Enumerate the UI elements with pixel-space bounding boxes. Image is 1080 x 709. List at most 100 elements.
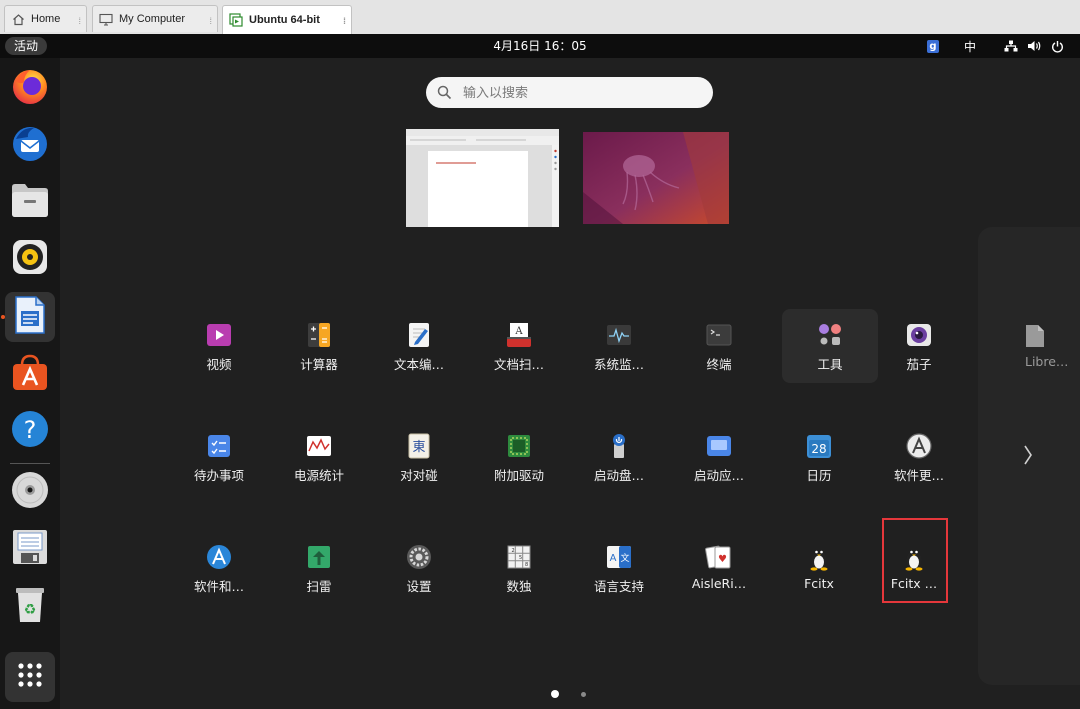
svg-text:東: 東 (412, 439, 425, 455)
app-terminal[interactable]: 终端 (671, 309, 767, 383)
app-label: 电源统计 (293, 468, 344, 483)
highlight-box (882, 518, 948, 603)
files-icon (10, 181, 50, 223)
app-calculator[interactable]: 计算器 (271, 309, 367, 383)
app-videos[interactable]: 视频 (171, 309, 267, 383)
rhythmbox-icon (11, 238, 49, 280)
app-label: 语言支持 (593, 579, 644, 594)
dock-app-center[interactable] (5, 349, 55, 399)
app-label: 数独 (506, 579, 532, 594)
vm-tab-home[interactable]: Home ⁞ (4, 5, 87, 32)
dock-firefox[interactable] (5, 63, 55, 113)
app-aisleriot[interactable]: ♥ AisleRi… (671, 531, 767, 605)
vm-tab-ubuntu[interactable]: Ubuntu 64-bit ⁞ (222, 5, 352, 34)
app-mines[interactable]: 扫雷 (271, 531, 367, 605)
input-method-indicator[interactable]: 中 (960, 34, 980, 58)
svg-text:2: 2 (512, 548, 515, 554)
app-software-sources[interactable]: 软件和… (171, 531, 267, 605)
dock-thunderbird[interactable] (5, 120, 55, 170)
top-bar: 活动 4月16日 16：05 g 中 (0, 34, 1080, 58)
app-label: 系统监… (593, 357, 644, 372)
vm-tab-my-computer[interactable]: My Computer ⁞ (92, 5, 218, 32)
app-mahjongg[interactable]: 東 对对碰 (371, 420, 467, 494)
document-scanner-icon: A (505, 321, 533, 349)
dock-rhythmbox[interactable] (5, 234, 55, 284)
svg-text:28: 28 (811, 442, 826, 456)
search-box[interactable] (426, 77, 713, 108)
running-indicator (1, 315, 5, 319)
svg-text:5: 5 (519, 555, 522, 561)
tab-grip-icon: ⁞ (78, 16, 81, 26)
app-label: AisleRi… (691, 576, 747, 591)
next-page-preview[interactable]: Libre… (978, 227, 1080, 685)
todo-icon (205, 432, 233, 460)
app-language-support[interactable]: A文 语言支持 (571, 531, 667, 605)
chevron-right-icon[interactable] (1022, 443, 1034, 471)
search-icon (437, 85, 452, 104)
app-label: 软件和… (193, 579, 244, 594)
workspace-thumbnail-1[interactable] (406, 129, 559, 227)
calendar-icon: 28 (805, 432, 833, 460)
app-calendar[interactable]: 28 日历 (771, 420, 867, 494)
dock-separator (10, 463, 50, 464)
app-text-editor[interactable]: 文本编… (371, 309, 467, 383)
mines-icon (305, 543, 333, 571)
power-statistics-icon (305, 432, 333, 460)
page-dot-2[interactable] (581, 692, 586, 697)
app-folder-utilities[interactable]: 工具 (782, 309, 878, 383)
app-system-monitor[interactable]: 系统监… (571, 309, 667, 383)
app-fcitx[interactable]: Fcitx (771, 531, 867, 605)
clock[interactable]: 4月16日 16：05 (0, 34, 1080, 58)
software-sources-icon (205, 543, 233, 571)
dock-libreoffice-writer[interactable] (5, 292, 55, 342)
system-monitor-icon (605, 321, 633, 349)
dock-disc[interactable] (5, 467, 55, 517)
dock-help[interactable]: ? (5, 406, 55, 456)
dock-floppy[interactable] (5, 524, 55, 574)
app-label: 计算器 (300, 357, 338, 372)
network-icon[interactable] (1003, 34, 1019, 58)
app-label: 软件更… (893, 468, 944, 483)
app-document-scanner[interactable]: A 文档扫… (471, 309, 567, 383)
terminal-icon (705, 321, 733, 349)
app-todo[interactable]: 待办事项 (171, 420, 267, 494)
svg-text:♥: ♥ (718, 554, 727, 565)
text-editor-icon (405, 321, 433, 349)
tab-grip-icon: ⁞ (343, 16, 346, 26)
app-cheese[interactable]: 茄子 (871, 309, 967, 383)
cheese-icon (905, 321, 933, 349)
utilities-folder-icon (816, 321, 844, 349)
thunderbird-icon (10, 123, 50, 167)
fcitx-icon (805, 543, 833, 571)
workspace-thumbnail-2[interactable] (583, 132, 729, 224)
svg-text:?: ? (24, 416, 37, 444)
svg-text:文: 文 (620, 552, 629, 564)
volume-icon[interactable] (1026, 34, 1042, 58)
app-additional-drivers[interactable]: 附加驱动 (471, 420, 567, 494)
app-startup-apps[interactable]: 启动应… (671, 420, 767, 494)
additional-drivers-icon (505, 432, 533, 460)
page-dot-1[interactable] (551, 690, 559, 698)
input-badge-icon[interactable]: g (925, 34, 941, 58)
app-label: Fcitx (804, 576, 834, 591)
aisleriot-icon: ♥ (705, 543, 733, 571)
software-updater-icon (905, 432, 933, 460)
libreoffice-writer-icon (13, 295, 47, 339)
app-label: 文本编… (393, 357, 444, 372)
dock-trash[interactable]: ♻ (5, 581, 55, 631)
power-icon[interactable] (1049, 34, 1065, 58)
dock-files[interactable] (5, 177, 55, 227)
app-label: 启动盘… (593, 468, 644, 483)
vm-tab-label: Ubuntu 64-bit (249, 14, 320, 26)
app-startup-disk[interactable]: 启动盘… (571, 420, 667, 494)
app-label: 茄子 (906, 357, 932, 372)
search-input[interactable] (461, 83, 705, 104)
app-sudoku[interactable]: 258 数独 (471, 531, 567, 605)
app-power-statistics[interactable]: 电源统计 (271, 420, 367, 494)
app-software-updater[interactable]: 软件更… (871, 420, 967, 494)
app-label: 文档扫… (493, 357, 544, 372)
dock-show-apps[interactable] (5, 652, 55, 702)
app-label: 扫雷 (306, 579, 332, 594)
disc-icon (10, 470, 50, 514)
app-settings[interactable]: 设置 (371, 531, 467, 605)
